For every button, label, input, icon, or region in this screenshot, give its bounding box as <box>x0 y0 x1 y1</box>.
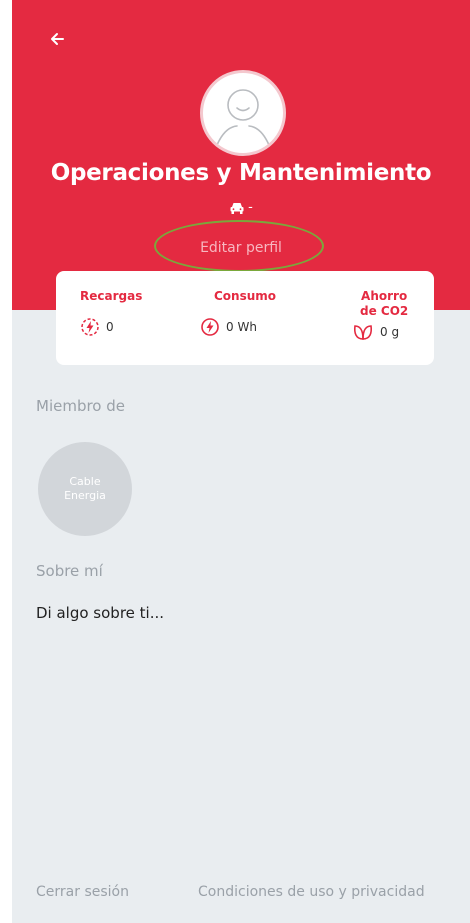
profile-header: Operaciones y Mantenimiento - Editar per… <box>12 0 470 310</box>
stats-card: Recargas 0 Consumo 0 Wh Ahorro de CO2 0 … <box>56 271 434 365</box>
lightning-icon <box>201 318 219 336</box>
group-name-line2: Energia <box>64 489 106 502</box>
stat-recharges-label: Recargas <box>80 289 143 303</box>
arrow-left-icon <box>51 33 64 45</box>
stat-co2-value: 0 g <box>380 325 400 339</box>
stat-co2: Ahorro de CO2 0 g <box>353 289 409 341</box>
stat-consumption-label: Consumo <box>214 289 277 303</box>
vehicle-row: - <box>12 200 470 215</box>
leaf-icon <box>353 325 373 340</box>
user-face-icon <box>216 89 270 146</box>
group-cable-energia[interactable]: Cable Energia <box>38 442 132 536</box>
stat-consumption: Consumo 0 Wh <box>200 289 276 337</box>
back-button[interactable] <box>42 24 72 54</box>
member-section-title: Miembro de <box>36 397 126 415</box>
stat-recharges-value: 0 <box>106 320 114 334</box>
profile-name: Operaciones y Mantenimiento <box>50 160 432 186</box>
stat-co2-label-2: de CO2 <box>360 304 409 318</box>
profile-screen: Operaciones y Mantenimiento - Editar per… <box>12 0 470 923</box>
stat-recharges: Recargas 0 <box>80 289 142 337</box>
group-name-line1: Cable <box>69 475 101 488</box>
edit-profile-link[interactable]: Editar perfil <box>12 240 470 256</box>
about-section-title: Sobre mí <box>36 562 103 580</box>
stat-consumption-value: 0 Wh <box>226 320 257 334</box>
terms-privacy-link[interactable]: Condiciones de uso y privacidad <box>198 884 425 900</box>
vehicle-text: - <box>248 200 253 215</box>
charge-cycle-icon <box>81 318 99 336</box>
stat-co2-label-1: Ahorro <box>361 289 408 303</box>
avatar <box>200 70 286 156</box>
logout-link[interactable]: Cerrar sesión <box>36 884 129 900</box>
about-me-field[interactable]: Di algo sobre ti... <box>36 604 164 622</box>
car-icon <box>230 202 244 214</box>
